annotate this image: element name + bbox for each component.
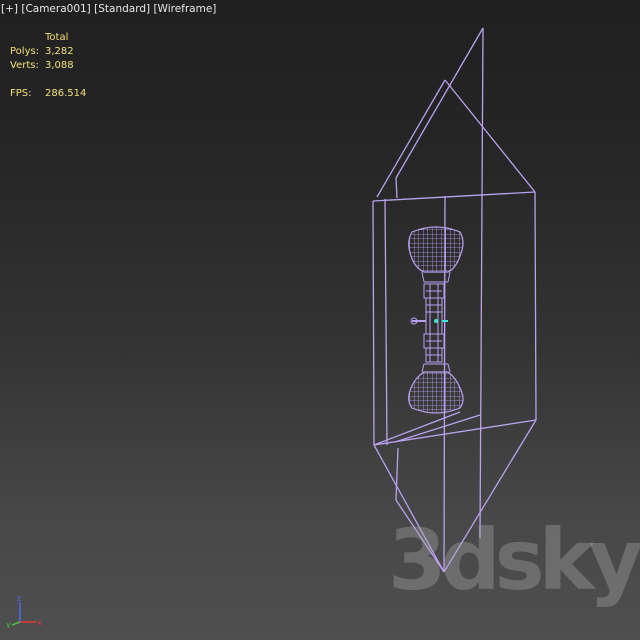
x-axis-label: x: [37, 618, 42, 627]
viewport-camera001[interactable]: [+] [Camera001] [Standard] [Wireframe] T…: [0, 0, 640, 640]
lamp-body-wireframe: [410, 283, 448, 363]
shell-wireframe: [372, 27, 537, 573]
y-axis-line: [11, 621, 21, 626]
upper-bulb-wireframe: [408, 226, 464, 283]
z-axis-label: z: [17, 596, 21, 603]
lower-bulb-wireframe: [408, 363, 464, 414]
watermark-3dsky-logo: 3dsky: [388, 511, 640, 609]
y-axis-label: y: [6, 620, 11, 628]
axis-gizmo: z x y: [6, 596, 42, 628]
